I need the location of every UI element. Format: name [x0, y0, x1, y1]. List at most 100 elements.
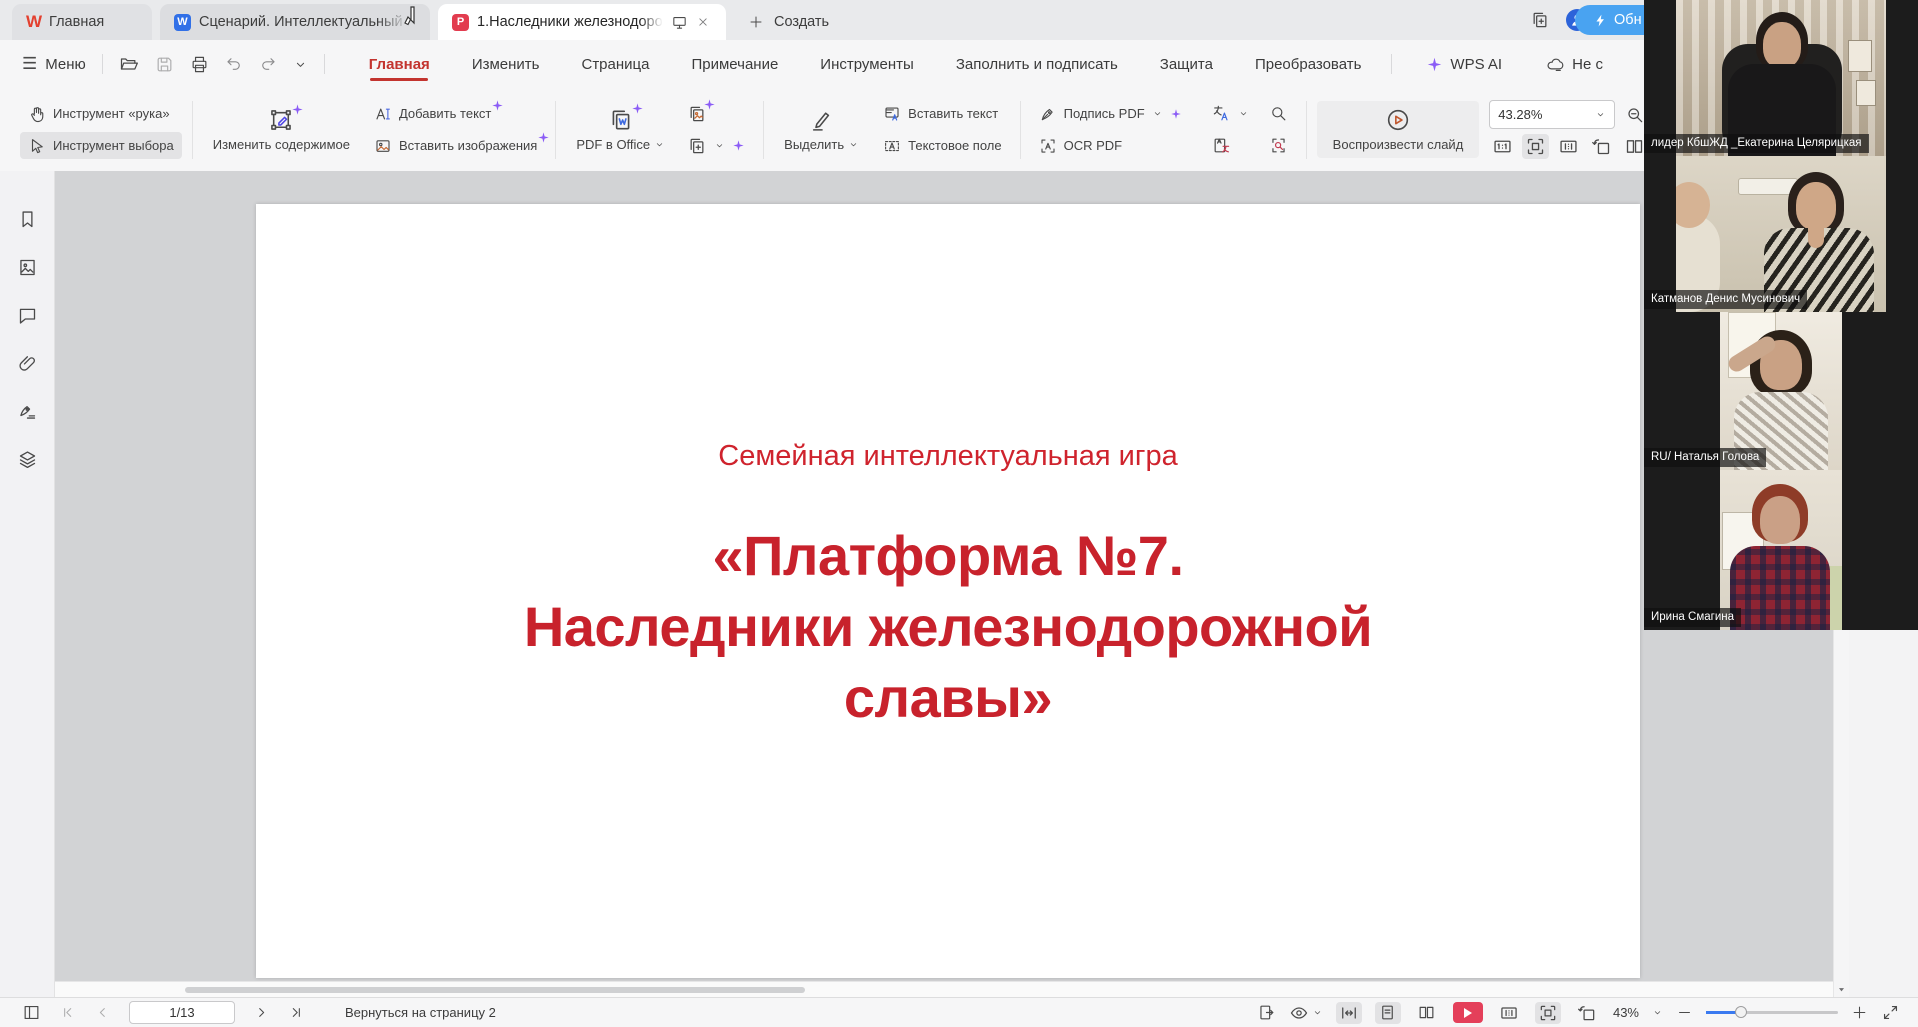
select-tool-button[interactable]: Инструмент выбора [20, 132, 182, 159]
open-file-icon[interactable] [119, 54, 139, 74]
bookmarks-panel-icon[interactable] [17, 209, 38, 230]
print-icon[interactable] [190, 55, 209, 74]
participant-tile[interactable]: Катманов Денис Мусинович [1644, 156, 1918, 312]
text-field-button[interactable]: Текстовое поле [875, 132, 1009, 159]
play-slide-button[interactable]: Воспроизвести слайд [1317, 101, 1480, 158]
fit-width-button[interactable] [1555, 134, 1582, 159]
thumbnails-panel-icon[interactable] [17, 257, 38, 278]
first-page-icon[interactable] [59, 1004, 76, 1021]
pdf-page[interactable]: Семейная интеллектуальная игра «Платформ… [256, 204, 1640, 978]
window-stack-icon[interactable] [1530, 10, 1550, 30]
chevron-down-icon[interactable] [1652, 1007, 1663, 1018]
slide-subtitle: Семейная интеллектуальная игра [256, 440, 1640, 473]
tab-doc-label: Сценарий. Интеллектуальный семе [199, 14, 409, 30]
last-page-icon[interactable] [288, 1004, 305, 1021]
search-button[interactable] [1261, 100, 1296, 127]
tab-word-document[interactable]: W Сценарий. Интеллектуальный семе [160, 4, 430, 40]
two-page-icon [1417, 1003, 1436, 1022]
highlight-button[interactable]: Выделить [774, 104, 869, 156]
ocr-pdf-button[interactable]: OCR PDF [1031, 132, 1190, 159]
play-presentation-button[interactable] [1453, 1002, 1483, 1023]
ai-spark-icon [291, 103, 304, 116]
tab-pdf-label: 1.Наследники железнодоро [477, 14, 663, 30]
menu-tab-convert[interactable]: Преобразовать [1253, 44, 1363, 85]
participant-tile[interactable]: лидер КбшЖД _Екатерина Целярицкая [1644, 0, 1918, 156]
rotate-page-button[interactable] [1588, 134, 1615, 159]
scrollbar-down-arrow-icon[interactable] [1836, 984, 1847, 995]
menu-tab-comment[interactable]: Примечание [689, 44, 780, 85]
translate-document-button[interactable] [1204, 132, 1257, 159]
chevron-down-icon [1595, 109, 1606, 120]
present-monitor-icon[interactable] [671, 14, 688, 31]
fit-page-button[interactable] [1522, 134, 1549, 159]
edit-content-button[interactable]: Изменить содержимое [203, 104, 360, 156]
pdf-doc-icon: P [452, 14, 469, 31]
hand-icon [28, 105, 46, 123]
participant-video [1720, 470, 1842, 630]
fullscreen-icon[interactable] [1881, 1003, 1900, 1022]
horizontal-scrollbar-thumb[interactable] [185, 987, 805, 993]
menu-tab-fill-sign[interactable]: Заполнить и подписать [954, 44, 1120, 85]
pdf-to-image-button[interactable] [679, 100, 753, 127]
participant-tile[interactable]: Ирина Смагина [1644, 470, 1918, 630]
page-number-input[interactable]: 1/13 [129, 1001, 235, 1024]
next-page-icon[interactable] [253, 1004, 270, 1021]
zoom-out-minus-icon[interactable] [1676, 1004, 1693, 1021]
fit-width-mode-button[interactable] [1336, 1002, 1362, 1024]
save-icon[interactable] [155, 55, 174, 74]
zoom-slider-thumb[interactable] [1735, 1006, 1747, 1018]
page-ratio-button[interactable] [1496, 1002, 1522, 1024]
zoom-out-icon[interactable] [1625, 105, 1645, 125]
redo-icon[interactable] [259, 55, 277, 73]
fit-screen-button[interactable] [1535, 1002, 1561, 1024]
tab-pdf-document-active[interactable]: P 1.Наследники железнодоро [438, 4, 726, 40]
area-select-button[interactable] [1261, 132, 1296, 159]
return-to-page-link[interactable]: Вернуться на страницу 2 [345, 1005, 496, 1020]
toggle-sidebar-icon[interactable] [22, 1003, 41, 1022]
new-tab-button[interactable]: Создать [748, 4, 829, 40]
wps-ai-button[interactable]: WPS AI [1426, 56, 1502, 73]
chevron-down-icon[interactable] [293, 57, 308, 72]
menu-tab-tools[interactable]: Инструменты [818, 44, 916, 85]
left-side-panel [0, 171, 55, 1026]
menu-tab-protect[interactable]: Защита [1158, 44, 1215, 85]
comments-panel-icon[interactable] [17, 305, 38, 326]
merge-split-button[interactable] [679, 132, 753, 159]
insert-images-button[interactable]: Вставить изображения [366, 132, 545, 159]
read-mode-button[interactable] [1289, 1003, 1323, 1023]
add-text-button[interactable]: Добавить текст [366, 100, 545, 127]
horizontal-scrollbar[interactable] [55, 981, 1833, 998]
attachments-panel-icon[interactable] [17, 353, 38, 374]
fit-page-width-button[interactable] [1574, 1002, 1600, 1024]
eye-icon [1289, 1003, 1309, 1023]
zoom-level-select[interactable]: 43.28% [1489, 100, 1615, 129]
chevron-down-icon [848, 139, 859, 150]
pdf-to-office-button[interactable]: PDF в Office [566, 103, 675, 156]
layers-panel-icon[interactable] [17, 449, 38, 470]
two-page-mode-button[interactable] [1414, 1002, 1440, 1024]
document-canvas[interactable]: Семейная интеллектуальная игра «Платформ… [55, 171, 1918, 981]
actual-size-button[interactable] [1489, 134, 1516, 159]
menu-tab-edit[interactable]: Изменить [470, 44, 542, 85]
zoom-slider[interactable] [1706, 1011, 1838, 1014]
insert-text-button[interactable]: Вставить текст [875, 100, 1009, 127]
previous-page-icon[interactable] [94, 1004, 111, 1021]
close-tab-icon[interactable] [696, 15, 710, 29]
sync-status[interactable]: Не с [1546, 55, 1603, 74]
participant-name-label: лидер КбшЖД _Екатерина Целярицкая [1644, 134, 1869, 153]
single-page-mode-button[interactable] [1375, 1002, 1401, 1024]
hand-tool-button[interactable]: Инструмент «рука» [20, 100, 182, 127]
menu-tab-page[interactable]: Страница [579, 44, 651, 85]
divider [555, 101, 556, 159]
zoom-in-plus-icon[interactable] [1851, 1004, 1868, 1021]
menu-tab-home[interactable]: Главная [367, 44, 432, 85]
auto-scroll-icon[interactable] [1257, 1003, 1276, 1022]
signatures-panel-icon[interactable] [17, 401, 38, 422]
sign-pdf-button[interactable]: Подпись PDF [1031, 100, 1190, 127]
undo-icon[interactable] [225, 55, 243, 73]
participant-tile[interactable]: RU/ Наталья Голова [1644, 312, 1918, 470]
translate-button[interactable] [1204, 100, 1257, 127]
main-menu-button[interactable]: ☰ Меню [22, 54, 86, 74]
ai-spark-icon [1170, 108, 1182, 120]
tab-wps-home[interactable]: W Главная [12, 4, 152, 40]
